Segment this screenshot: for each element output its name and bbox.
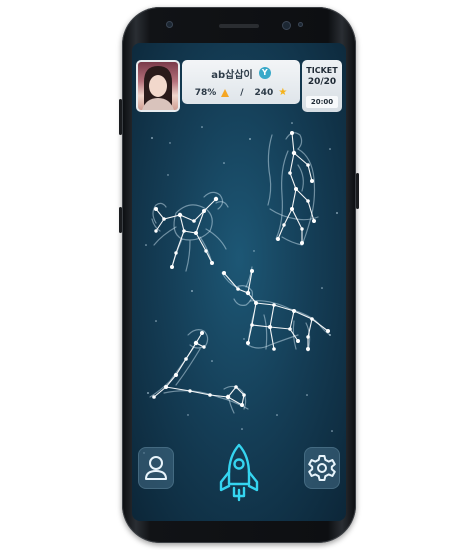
star-icon: ★ [278,87,288,98]
avatar[interactable] [138,62,178,110]
settings-nav-button[interactable] [304,447,340,489]
progress-percent: 78% [194,88,217,98]
bixby-button [119,207,122,233]
power-button [356,173,359,209]
player-name: ab삽삽이 [211,69,253,81]
front-camera [282,21,291,30]
player-info-card: ab삽삽이 Y 78% / 240 ★ [182,60,300,104]
sagittarius-constellation[interactable] [144,325,252,415]
proximity-sensor [298,22,303,27]
stat-separator: / [240,88,244,98]
volume-button [119,99,122,135]
phone-frame: ab삽삽이 Y 78% / 240 ★ TICKET 20/20 20:00 [119,7,359,543]
ticket-timer: 20:00 [306,96,338,108]
cancer-constellation[interactable] [146,183,232,275]
star-count: 240 [254,88,274,98]
earpiece-speaker [219,24,259,28]
iris-sensor [166,21,173,28]
virgo-constellation[interactable] [262,125,326,249]
game-screen: ab삽삽이 Y 78% / 240 ★ TICKET 20/20 20:00 [132,43,346,521]
user-icon [145,456,167,480]
ticket-count: 20/20 [307,77,337,87]
triangle-icon [221,89,230,97]
ticket-title: TICKET [306,66,338,75]
profile-nav-button[interactable] [138,447,174,489]
gear-icon [308,455,336,481]
profile-card[interactable] [136,60,180,112]
rocket-icon[interactable] [217,442,261,504]
rank-badge-icon: Y [258,67,271,79]
ticket-card[interactable]: TICKET 20/20 20:00 [302,60,342,112]
